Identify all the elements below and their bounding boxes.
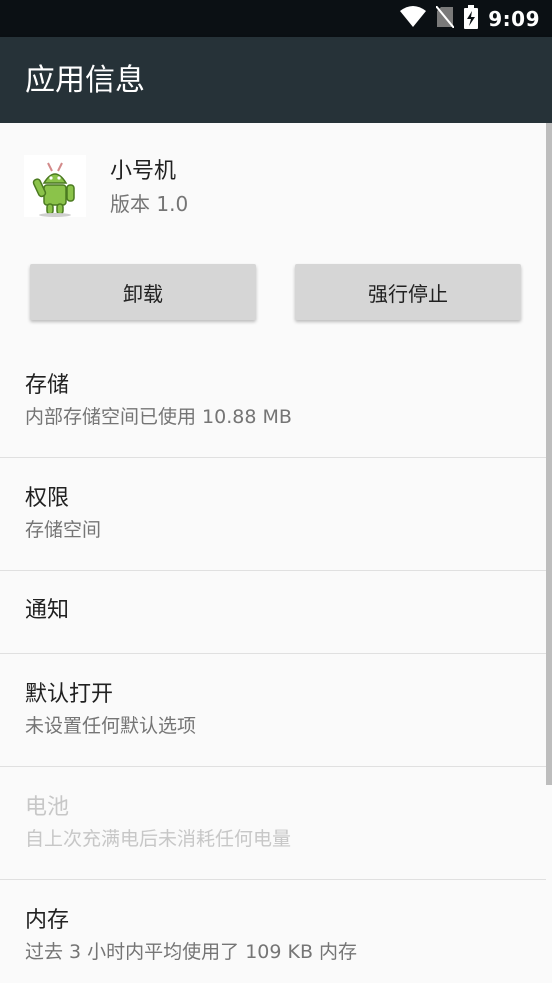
battery-charging-icon <box>464 4 479 33</box>
status-bar: 9:09 <box>0 0 552 37</box>
status-icons: 9:09 <box>400 0 540 37</box>
settings-row-permissions[interactable]: 权限 存储空间 <box>0 458 546 570</box>
settings-row-title: 电池 <box>25 795 70 820</box>
settings-row-storage[interactable]: 存储 内部存储空间已使用 10.88 MB <box>0 363 546 457</box>
android-app-icon <box>24 155 86 217</box>
settings-row-title: 通知 <box>25 598 70 623</box>
settings-row-memory[interactable]: 内存 过去 3 小时内平均使用了 109 KB 内存 <box>0 880 546 983</box>
settings-row-subtitle: 内部存储空间已使用 10.88 MB <box>25 406 292 428</box>
app-info-content[interactable]: 小号机 版本 1.0 卸载 强行停止 存储 内部存储空间已使用 10.88 MB… <box>0 123 552 983</box>
settings-row-title: 存储 <box>25 373 70 398</box>
page-title: 应用信息 <box>25 63 145 98</box>
status-time: 9:09 <box>488 6 540 31</box>
settings-row-title: 默认打开 <box>25 682 114 707</box>
force-stop-button[interactable]: 强行停止 <box>295 264 521 320</box>
settings-row-subtitle: 过去 3 小时内平均使用了 109 KB 内存 <box>25 941 358 963</box>
settings-row-title: 内存 <box>25 908 70 933</box>
settings-row-subtitle: 未设置任何默认选项 <box>25 715 197 737</box>
app-name: 小号机 <box>110 159 177 184</box>
settings-row-open-by-default[interactable]: 默认打开 未设置任何默认选项 <box>0 654 546 766</box>
app-version: 版本 1.0 <box>110 192 189 216</box>
wifi-icon <box>400 5 427 32</box>
no-sim-icon <box>435 4 456 32</box>
settings-row-subtitle: 存储空间 <box>25 519 102 541</box>
settings-row-subtitle: 自上次充满电后未消耗任何电量 <box>25 828 292 850</box>
settings-row-title: 权限 <box>25 486 70 511</box>
app-bar: 应用信息 <box>0 37 552 123</box>
app-header: 小号机 版本 1.0 <box>0 123 546 235</box>
settings-row-battery: 电池 自上次充满电后未消耗任何电量 <box>0 767 546 879</box>
settings-row-notifications[interactable]: 通知 <box>0 571 546 653</box>
scrollbar[interactable] <box>546 123 552 785</box>
uninstall-button[interactable]: 卸载 <box>30 264 256 320</box>
